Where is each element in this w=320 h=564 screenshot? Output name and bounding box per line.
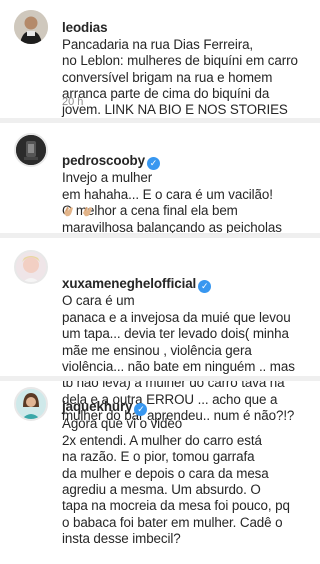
reaction-emojis [62, 205, 96, 223]
comment-timestamp: 20 h [62, 96, 84, 108]
comment-text-first-line: O cara é um [62, 293, 135, 309]
comment-text-first-line: Invejo a mulher [62, 170, 153, 186]
verified-badge-icon: ✓ [134, 403, 148, 417]
section-divider [0, 233, 320, 238]
comment-text-first-line: Pancadaria na rua Dias Ferreira, [62, 36, 254, 52]
avatar[interactable] [14, 387, 48, 421]
profile-photo-icon [16, 389, 46, 419]
comment-text: em hahaha... E o cara é um vacilão! O me… [62, 186, 282, 235]
comment-text: no Leblon: mulheres de biquíni em carro … [62, 53, 298, 118]
profile-photo-icon [14, 10, 48, 44]
section-divider [0, 118, 320, 123]
verified-badge-icon: ✓ [198, 280, 212, 294]
clapping-hands-icon [64, 206, 73, 217]
comment-username[interactable]: pedroscooby [62, 153, 145, 168]
avatar[interactable] [14, 10, 48, 44]
clapping-hands-icon [83, 206, 93, 217]
comment-username[interactable]: leodias [62, 20, 108, 35]
comment-text-first-line: Agora que vi o video [62, 416, 183, 432]
section-divider [0, 376, 320, 381]
avatar[interactable] [14, 133, 48, 167]
profile-photo-icon [16, 252, 46, 282]
comment-username[interactable]: xuxameneghelofficial [62, 276, 196, 291]
profile-photo-icon [16, 135, 46, 165]
avatar[interactable] [14, 250, 48, 284]
verified-badge-icon: ✓ [146, 157, 160, 171]
comment-text: 2x entendi. A mulher do carro está na ra… [62, 432, 290, 547]
comment-username[interactable]: jaquekhury [62, 399, 133, 414]
